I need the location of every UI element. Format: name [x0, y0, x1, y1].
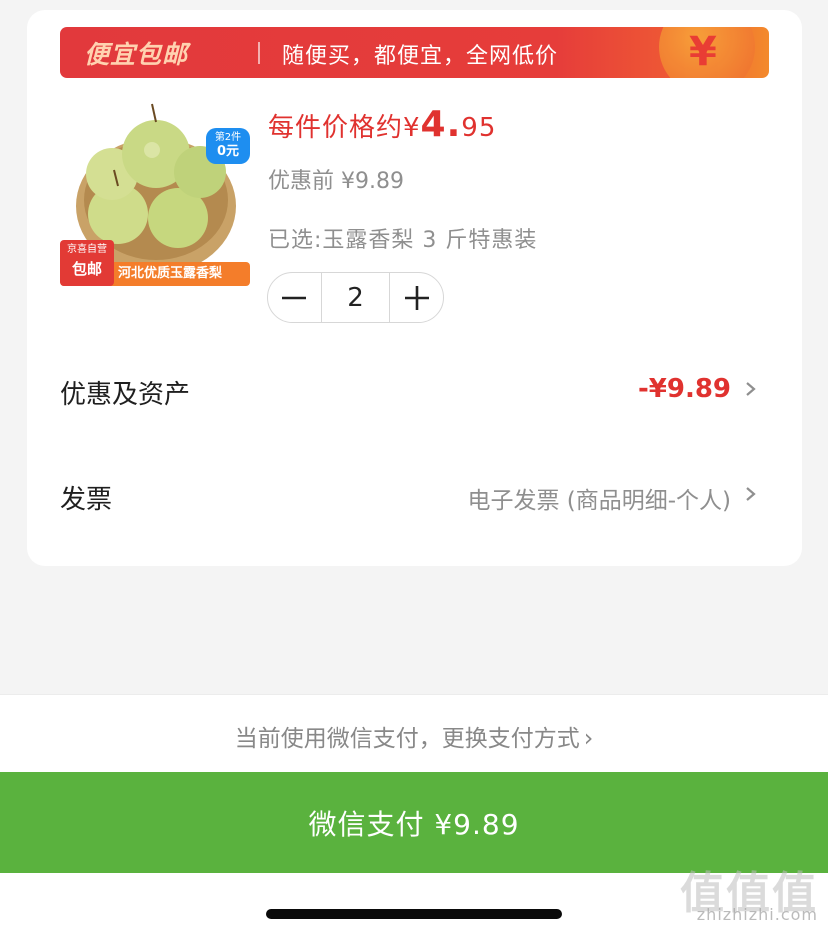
discount-value: -¥9.89 [637, 374, 731, 404]
banner-divider [258, 42, 260, 64]
second-item-free-badge: 第2件 0元 [206, 128, 250, 164]
store-badge-top: 京喜自营 [67, 244, 107, 255]
watermark-url: zhizhizhi.com [696, 905, 818, 924]
unit-price: 每件价格约¥4.95 [268, 104, 496, 145]
plus-icon [404, 285, 429, 310]
bottom-safe-area: 值值值 zhizhizhi.com [0, 868, 828, 937]
product-image[interactable]: 第2件 0元 河北优质玉露香梨 京喜自营 包邮 [60, 96, 252, 288]
price-decimal: 95 [461, 113, 497, 143]
banner-tag: 便宜包邮 [84, 40, 189, 69]
coin-icon: ¥ [659, 27, 755, 78]
promo-banner[interactable]: 便宜包邮 随便买，都便宜，全网低价 ¥ [60, 27, 769, 78]
badge-line-1: 第2件 [214, 132, 242, 143]
minus-icon [282, 296, 307, 299]
badge-line-2: 0元 [216, 144, 240, 159]
price-integer: 4. [420, 104, 462, 145]
chevron-right-icon: › [583, 724, 594, 752]
payment-method-bar: 当前使用微信支付，更换支付方式 › [0, 694, 828, 772]
checkout-page: 便宜包邮 随便买，都便宜，全网低价 ¥ 第2件 0元 河北优质玉露香梨 京喜自营… [0, 0, 828, 937]
chevron-right-icon [746, 382, 756, 396]
invoice-row[interactable]: 发票 电子发票 (商品明细-个人) [60, 475, 765, 515]
price-prefix: 每件价格约¥ [268, 113, 421, 143]
discount-label: 优惠及资产 [60, 380, 191, 410]
discount-row[interactable]: 优惠及资产 -¥9.89 [60, 370, 765, 410]
store-badge-ship: 包邮 [71, 260, 102, 278]
payment-method-text: 当前使用微信支付，更换支付方式 [234, 726, 580, 752]
original-price: 优惠前 ¥9.89 [268, 169, 404, 194]
increase-button[interactable] [390, 273, 443, 322]
chevron-right-icon [746, 487, 756, 501]
store-badge: 京喜自营 包邮 [60, 240, 114, 286]
selected-variant[interactable]: 已选:玉露香梨 3 斤特惠装 [268, 222, 537, 254]
invoice-label: 发票 [60, 485, 113, 515]
invoice-value: 电子发票 (商品明细-个人) [467, 488, 731, 514]
banner-slogan: 随便买，都便宜，全网低价 [282, 44, 559, 69]
change-payment-method[interactable]: 当前使用微信支付，更换支付方式 › [0, 719, 828, 753]
coin-symbol: ¥ [689, 29, 717, 75]
home-indicator[interactable] [266, 909, 562, 919]
quantity-value[interactable]: 2 [320, 273, 391, 322]
quantity-stepper: 2 [267, 272, 444, 323]
decrease-button[interactable] [268, 273, 321, 322]
